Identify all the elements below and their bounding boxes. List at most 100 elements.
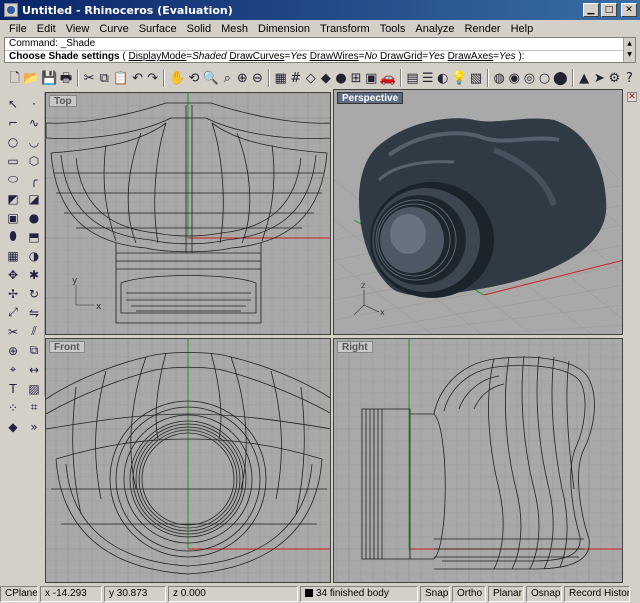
- viewport-label-perspective[interactable]: Perspective: [337, 92, 404, 104]
- open-icon[interactable]: 📂: [23, 69, 39, 87]
- viewport-front[interactable]: Front: [45, 338, 331, 583]
- color-wheel-icon[interactable]: ◍: [493, 69, 506, 87]
- split-icon[interactable]: ⫽: [24, 322, 44, 341]
- car-icon[interactable]: 🚗: [380, 69, 396, 87]
- material-icon[interactable]: ◎: [523, 69, 536, 87]
- status-ortho[interactable]: Ortho: [452, 586, 486, 602]
- box-icon[interactable]: ▣: [3, 208, 23, 227]
- mesh-icon[interactable]: ▦: [3, 246, 23, 265]
- layout-icon[interactable]: ▦: [274, 69, 287, 87]
- environment-icon[interactable]: ○: [538, 69, 551, 87]
- status-planar[interactable]: Planar: [488, 586, 524, 602]
- cplane-icon[interactable]: ⊞: [350, 69, 363, 87]
- status-snap[interactable]: Snap: [420, 586, 450, 602]
- ellipse-icon[interactable]: ⬭: [3, 170, 23, 189]
- viewport-right[interactable]: Right: [333, 338, 623, 583]
- render-solid-icon[interactable]: ◆: [3, 417, 23, 436]
- title-bar[interactable]: Untitled - Rhinoceros (Evaluation) ▁ □ ✕: [0, 0, 640, 20]
- pan-icon[interactable]: ✋: [169, 69, 185, 87]
- text-icon[interactable]: T: [3, 379, 23, 398]
- polyline-icon[interactable]: ⌐: [3, 113, 23, 132]
- viewport-top[interactable]: Top y x: [45, 92, 331, 335]
- wireframe-icon[interactable]: ◇: [304, 69, 317, 87]
- status-cplane[interactable]: CPlane: [0, 586, 38, 602]
- cut-icon[interactable]: ✂: [83, 69, 96, 87]
- menu-dimension[interactable]: Dimension: [253, 23, 315, 35]
- command-option-drawgrid[interactable]: DrawGrid: [380, 51, 422, 62]
- rotate-icon[interactable]: ↻: [24, 284, 44, 303]
- sphere-solid-icon[interactable]: ●: [24, 208, 44, 227]
- dimension-icon[interactable]: ↔: [24, 360, 44, 379]
- group-icon[interactable]: ⧉: [24, 341, 44, 360]
- menu-edit[interactable]: Edit: [32, 23, 61, 35]
- zoom-icon[interactable]: 🔍: [203, 69, 219, 87]
- command-area[interactable]: Command: _Shade Choose Shade settings ( …: [4, 37, 636, 63]
- grid-icon[interactable]: #: [289, 69, 302, 87]
- status-record-history[interactable]: Record History: [564, 586, 630, 602]
- loft-icon[interactable]: ◪: [24, 189, 44, 208]
- undo-icon[interactable]: ↶: [131, 69, 144, 87]
- menu-surface[interactable]: Surface: [134, 23, 182, 35]
- grip-icon[interactable]: ⁘: [3, 398, 23, 417]
- cylinder-icon[interactable]: ⬮: [3, 227, 23, 246]
- polygon-icon[interactable]: ⬡: [24, 151, 44, 170]
- viewport-label-front[interactable]: Front: [49, 341, 85, 353]
- curve-icon[interactable]: ∿: [24, 113, 44, 132]
- copy-icon[interactable]: ⧉: [98, 69, 111, 87]
- menu-solid[interactable]: Solid: [182, 23, 216, 35]
- more-icon[interactable]: »: [24, 417, 44, 436]
- viewport-perspective[interactable]: Perspective z x: [333, 89, 623, 335]
- help-icon[interactable]: ?: [623, 69, 636, 87]
- join-icon[interactable]: ⊕: [3, 341, 23, 360]
- menu-curve[interactable]: Curve: [94, 23, 133, 35]
- command-prompt[interactable]: Choose Shade settings ( DisplayMode=Shad…: [5, 50, 635, 62]
- snap-icon[interactable]: ⌗: [24, 398, 44, 417]
- close-button[interactable]: ✕: [621, 3, 637, 17]
- zoom-window-icon[interactable]: ⌕: [221, 69, 234, 87]
- zoom-extents-icon[interactable]: ⊕: [236, 69, 249, 87]
- menu-help[interactable]: Help: [506, 23, 539, 35]
- menu-view[interactable]: View: [61, 23, 95, 35]
- explode-icon[interactable]: ✱: [24, 265, 44, 284]
- arc-icon[interactable]: ◡: [24, 132, 44, 151]
- menu-transform[interactable]: Transform: [315, 23, 375, 35]
- menu-analyze[interactable]: Analyze: [410, 23, 459, 35]
- pointer-icon[interactable]: ➤: [593, 69, 606, 87]
- hatch-icon[interactable]: ▨: [24, 379, 44, 398]
- save-icon[interactable]: 💾: [41, 69, 57, 87]
- object-icon[interactable]: ▲: [578, 69, 591, 87]
- viewport-label-top[interactable]: Top: [49, 95, 77, 107]
- mirror-icon[interactable]: ⇋: [24, 303, 44, 322]
- viewport-label-right[interactable]: Right: [337, 341, 373, 353]
- rendered-icon[interactable]: ●: [334, 69, 347, 87]
- fillet-icon[interactable]: ╭: [24, 170, 44, 189]
- rhino-app-icon[interactable]: [4, 3, 18, 17]
- minimize-button[interactable]: ▁: [583, 3, 599, 17]
- light-icon[interactable]: 💡: [451, 69, 467, 87]
- print-icon[interactable]: 🖶: [59, 69, 72, 87]
- status-selection[interactable]: 34 finished body: [300, 586, 418, 602]
- close-viewport-icon[interactable]: ✕: [627, 92, 637, 102]
- redo-icon[interactable]: ↷: [146, 69, 159, 87]
- texture-icon[interactable]: ▧: [470, 69, 483, 87]
- command-option-drawaxes[interactable]: DrawAxes: [448, 51, 494, 62]
- command-option-drawwires[interactable]: DrawWires: [310, 51, 359, 62]
- move-icon[interactable]: ✢: [3, 284, 23, 303]
- point-icon[interactable]: ·: [24, 94, 44, 113]
- zoom-selected-icon[interactable]: ⊖: [251, 69, 264, 87]
- circle-icon[interactable]: ○: [3, 132, 23, 151]
- layer-icon[interactable]: ▤: [406, 69, 419, 87]
- extrude-icon[interactable]: ⬒: [24, 227, 44, 246]
- select-icon[interactable]: ↖: [3, 94, 23, 113]
- new-icon[interactable]: 🗋: [8, 69, 21, 87]
- menu-mesh[interactable]: Mesh: [216, 23, 253, 35]
- command-option-drawcurves[interactable]: DrawCurves: [229, 51, 284, 62]
- settings-icon[interactable]: ⚙: [608, 69, 621, 87]
- rotate-view-icon[interactable]: ⟲: [187, 69, 200, 87]
- surface-icon[interactable]: ◩: [3, 189, 23, 208]
- color-icon[interactable]: ◐: [436, 69, 449, 87]
- render-icon[interactable]: ⬤: [553, 69, 568, 87]
- command-scrollbar[interactable]: ▲ ▼: [623, 38, 635, 62]
- menu-render[interactable]: Render: [460, 23, 506, 35]
- command-option-displaymode[interactable]: DisplayMode: [128, 51, 186, 62]
